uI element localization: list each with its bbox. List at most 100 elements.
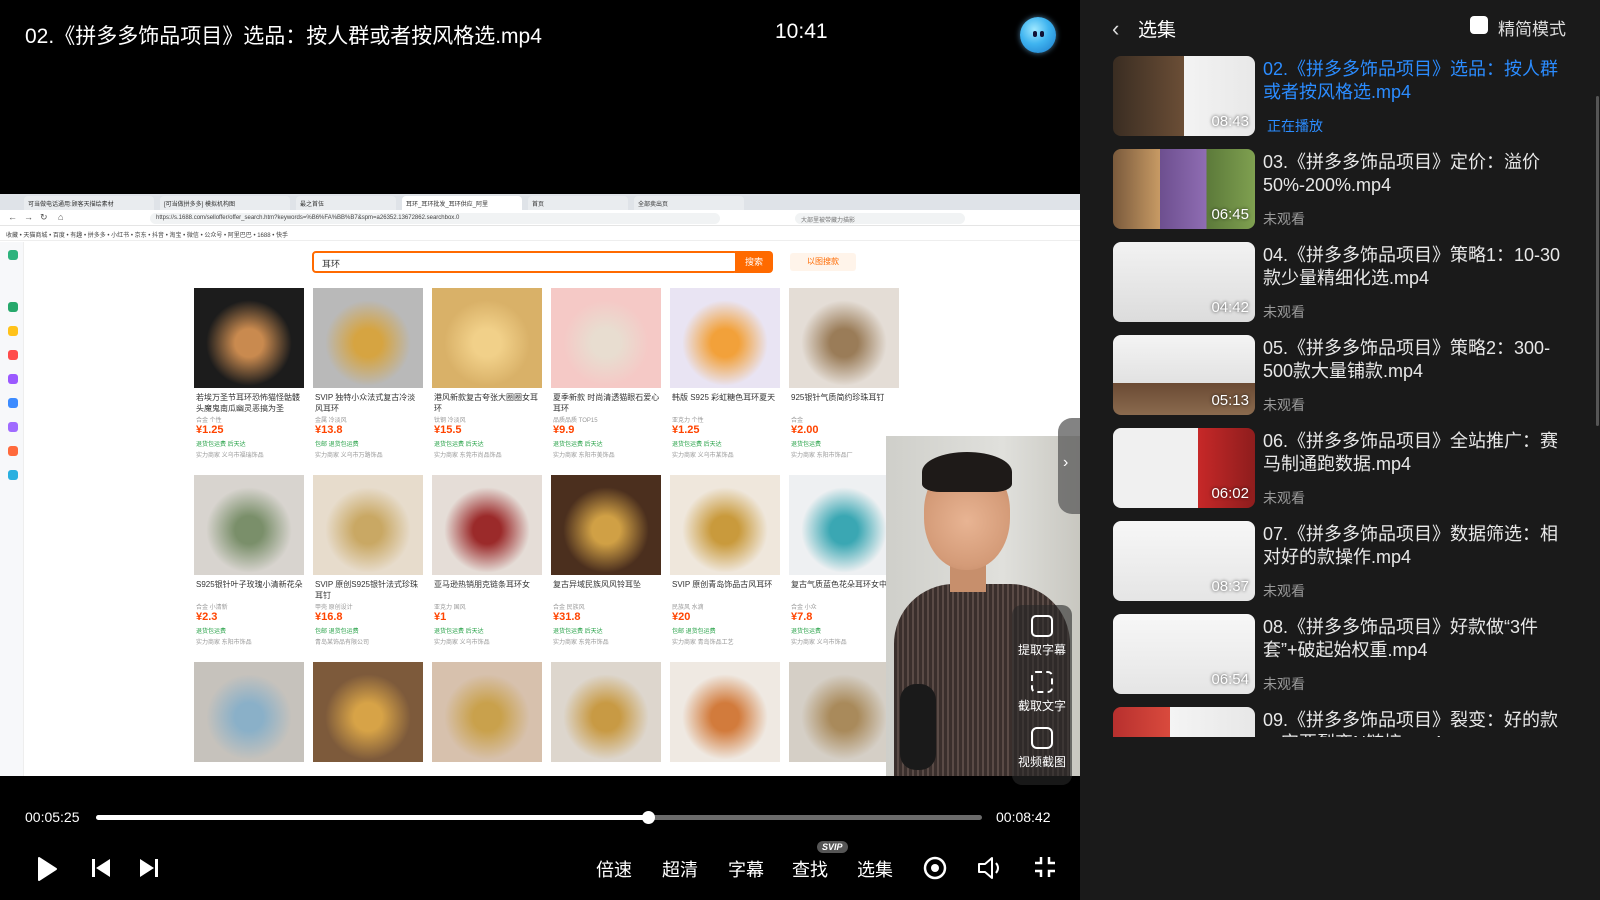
- episode-thumbnail[interactable]: 06:02: [1113, 428, 1255, 508]
- watch-status: 未观看: [1263, 583, 1305, 599]
- compact-mode-checkbox[interactable]: [1470, 16, 1488, 34]
- episode-item[interactable]: 06:45 03.《拼多多饰品项目》定价：溢价50%-200%.mp4 未观看: [1113, 149, 1573, 231]
- product-service: 退货包运费: [791, 629, 822, 635]
- search-button[interactable]: 查找: [792, 856, 828, 882]
- product-image: [432, 288, 542, 388]
- volume-icon[interactable]: [977, 855, 1005, 881]
- product-image: [194, 662, 304, 762]
- product-title: SVIP 独特小众法式复古冷淡风耳环: [315, 393, 416, 413]
- scrollbar[interactable]: [1596, 96, 1599, 426]
- episode-title[interactable]: 07.《拼多多饰品项目》数据筛选：相对好的款操作.mp4: [1263, 523, 1563, 569]
- product-price: ¥7.8: [791, 611, 813, 623]
- product-card: [432, 662, 542, 776]
- play-icon[interactable]: [36, 856, 58, 882]
- episode-item[interactable]: 04:42 04.《拼多多饰品项目》策略1：10-30款少量精细化选.mp4 未观看: [1113, 242, 1573, 324]
- product-title: 夏季新款 时尚清透猫眼石爱心耳环: [553, 393, 660, 413]
- product-card: 复古气质蓝色花朵耳环女中 合金 小众 ¥7.8 退货包运费 实力商家 义乌市饰品: [789, 475, 899, 660]
- video-player-app: 02.《拼多多饰品项目》选品：按人群或者按风格选.mp4 10:41 可当做电话…: [0, 0, 1600, 900]
- previous-icon[interactable]: [90, 857, 112, 879]
- episode-thumbnail[interactable]: 08:37: [1113, 521, 1255, 601]
- exit-fullscreen-icon[interactable]: [1033, 855, 1057, 879]
- rail-star-icon: [8, 326, 18, 336]
- progress-fill: [96, 815, 648, 820]
- product-card: 复古异域民族风风铃耳坠 合金 民族风 ¥31.8 退货包运费 后天达 实力商家 东莞市饰…: [551, 475, 661, 660]
- product-price: ¥15.5: [434, 424, 462, 436]
- episode-title[interactable]: 03.《拼多多饰品项目》定价：溢价50%-200%.mp4: [1263, 151, 1563, 197]
- now-playing-status: 正在播放: [1267, 118, 1323, 134]
- ocr-capture-button[interactable]: 截取文字: [1012, 671, 1072, 714]
- subtitles-button[interactable]: 字幕: [728, 856, 764, 882]
- product-image: [194, 475, 304, 575]
- product-title: 复古异域民族风风铃耳坠: [553, 580, 641, 589]
- product-service: 包邮 退货包运费: [672, 629, 716, 635]
- episode-thumbnail[interactable]: 06:45: [1113, 149, 1255, 229]
- video-screenshot-button[interactable]: 视频截图: [1012, 727, 1072, 770]
- episode-title[interactable]: 04.《拼多多饰品项目》策略1：10-30款少量精细化选.mp4: [1263, 244, 1563, 290]
- rail-game-icon: [8, 446, 18, 456]
- product-service: 退货包运费 后天达: [553, 442, 603, 448]
- episode-item[interactable]: 06:02 06.《拼多多饰品项目》全站推广：赛马制通跑数据.mp4 未观看: [1113, 428, 1573, 510]
- episode-duration: 04:42: [1211, 299, 1249, 316]
- compact-mode-label[interactable]: 精简模式: [1498, 15, 1566, 40]
- episode-duration: 06:45: [1211, 206, 1249, 223]
- episode-title[interactable]: 06.《拼多多饰品项目》全站推广：赛马制通跑数据.mp4: [1263, 430, 1563, 476]
- product-seller: 实力商家 东莞市饰品: [553, 640, 609, 646]
- product-seller: 青岛某饰品有限公司: [315, 640, 370, 646]
- episode-thumbnail[interactable]: 08:43: [1113, 56, 1255, 136]
- episode-title[interactable]: 09.《拼多多饰品项目》裂变：好的款一定要裂变N链接.mp4: [1263, 709, 1563, 737]
- episode-thumbnail[interactable]: 06:54: [1113, 614, 1255, 694]
- product-seller: 实力商家 义乌市饰品: [434, 640, 490, 646]
- episode-duration: 08:43: [1211, 113, 1249, 130]
- browser-side-rail: [0, 242, 24, 776]
- product-image: [670, 475, 780, 575]
- product-meta: 金属 冷淡风: [315, 418, 347, 424]
- episode-item[interactable]: 09.《拼多多饰品项目》裂变：好的款一定要裂变N链接.mp4: [1113, 707, 1573, 737]
- player-area[interactable]: 02.《拼多多饰品项目》选品：按人群或者按风格选.mp4 10:41 可当做电话…: [0, 0, 1080, 900]
- rail-app-icon: [8, 422, 18, 432]
- speed-button[interactable]: 倍速: [596, 856, 632, 882]
- episode-item[interactable]: 08:37 07.《拼多多饰品项目》数据筛选：相对好的款操作.mp4 未观看: [1113, 521, 1573, 603]
- progress-bar[interactable]: [96, 811, 982, 824]
- microphone: [900, 684, 936, 770]
- episodes-button[interactable]: 选集: [857, 856, 893, 882]
- watch-status: 未观看: [1263, 397, 1305, 413]
- episode-thumbnail[interactable]: 04:42: [1113, 242, 1255, 322]
- product-meta: 合金 个性: [196, 418, 222, 424]
- episode-item[interactable]: 06:54 08.《拼多多饰品项目》好款做“3件套”+破起始权重.mp4 未观看: [1113, 614, 1573, 696]
- forward-arrow-icon: →: [24, 212, 33, 222]
- product-image: [194, 288, 304, 388]
- product-meta: 合金 民族风: [553, 605, 585, 611]
- browser-tab-bar: 可当做电话通用:顾客天描绘素材 [可当做拼多多] 模拟机构图 最之首伍 耳环_耳…: [0, 194, 1080, 210]
- product-meta: 亚克力 国风: [434, 605, 466, 611]
- episode-title[interactable]: 08.《拼多多饰品项目》好款做“3件套”+破起始权重.mp4: [1263, 616, 1563, 662]
- product-card: 港风新款复古夸张大圈圈女耳环 钛钢 冷淡风 ¥15.5 退货包运费 后天达 实力商家 东…: [432, 288, 542, 473]
- episode-item[interactable]: 05:13 05.《拼多多饰品项目》策略2：300-500款大量铺款.mp4 未观看: [1113, 335, 1573, 417]
- presenter-hair: [922, 452, 1012, 492]
- side-tools-panel: 提取字幕 截取文字 视频截图: [1012, 605, 1072, 785]
- product-seller: 实力商家 义乌市万路饰品: [315, 453, 383, 459]
- product-price: ¥1.25: [672, 424, 700, 436]
- browser-tab: 最之首伍: [296, 196, 396, 210]
- user-avatar[interactable]: [1020, 17, 1056, 53]
- back-chevron-icon[interactable]: ‹: [1112, 16, 1119, 42]
- product-title: 港风新款复古夸张大圈圈女耳环: [434, 393, 538, 413]
- product-price: ¥2.00: [791, 424, 819, 436]
- product-image: [432, 475, 542, 575]
- episode-title[interactable]: 05.《拼多多饰品项目》策略2：300-500款大量铺款.mp4: [1263, 337, 1563, 383]
- product-meta: 合金 小众: [791, 605, 817, 611]
- product-seller: 实力商家 东阳市饰品厂: [791, 453, 853, 459]
- next-icon[interactable]: [138, 857, 160, 879]
- episode-thumbnail[interactable]: 05:13: [1113, 335, 1255, 415]
- collapse-pip-button[interactable]: ›: [1058, 418, 1080, 514]
- episode-duration: 06:54: [1211, 671, 1249, 688]
- product-card: [789, 662, 899, 776]
- quality-button[interactable]: 超清: [662, 856, 698, 882]
- progress-knob[interactable]: [641, 811, 655, 824]
- product-title: SVIP 原创S925银针法式珍珠耳钉: [315, 580, 418, 600]
- episode-item[interactable]: 08:43 02.《拼多多饰品项目》选品：按人群或者按风格选.mp4 正在播放: [1113, 56, 1573, 138]
- extract-subtitle-button[interactable]: 提取字幕: [1012, 615, 1072, 658]
- settings-icon[interactable]: [922, 855, 948, 881]
- episode-thumbnail[interactable]: [1113, 707, 1255, 737]
- image-search-button: 以图搜款: [790, 253, 856, 271]
- episode-title[interactable]: 02.《拼多多饰品项目》选品：按人群或者按风格选.mp4: [1263, 58, 1563, 104]
